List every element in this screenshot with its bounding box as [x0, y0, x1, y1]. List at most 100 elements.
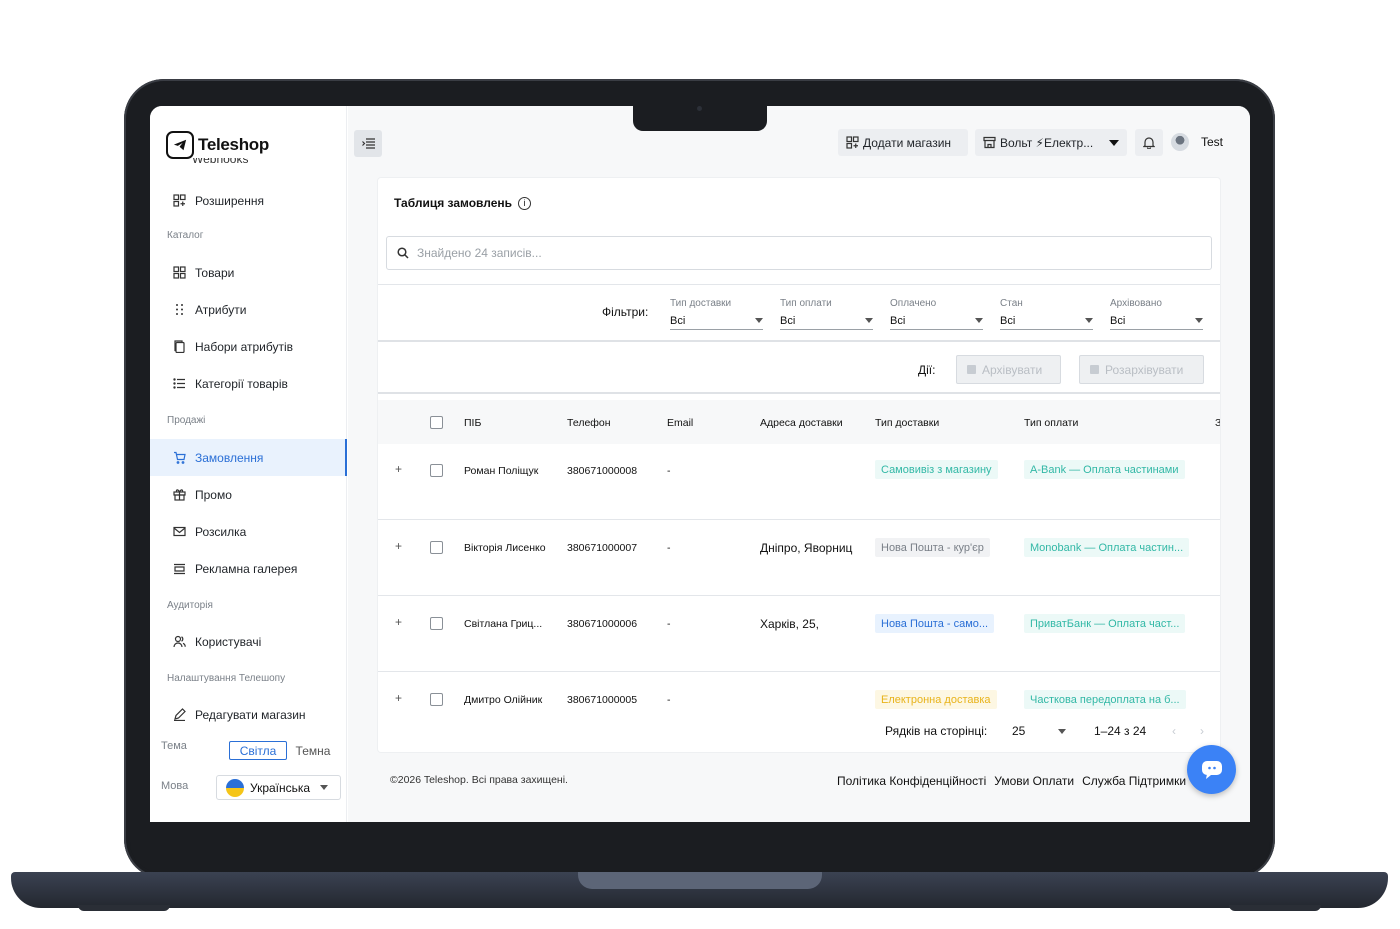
filters-label: Фільтри:	[602, 305, 649, 319]
laptop-foot-right	[1229, 905, 1321, 911]
row-checkbox[interactable]	[430, 541, 443, 554]
cell-email: -	[667, 465, 671, 477]
user-menu[interactable]: Test	[1171, 133, 1223, 151]
rows-per-page-select[interactable]: 25	[1012, 724, 1066, 738]
filter-payment-type[interactable]: Тип оплати Всі	[780, 298, 873, 330]
expand-row-button[interactable]: +	[395, 462, 402, 476]
filter-value: Всі	[1110, 314, 1126, 327]
filter-label: Тип оплати	[780, 298, 832, 309]
chevron-down-icon	[975, 318, 983, 323]
col-phone[interactable]: Телефон	[567, 417, 611, 429]
chat-support-button[interactable]	[1187, 745, 1236, 794]
table-row[interactable]: + Вікторія Лисенко 380671000007 - Дніпро…	[378, 520, 1220, 596]
add-grid-icon	[846, 136, 859, 149]
laptop-chin	[130, 822, 1270, 872]
store-selector[interactable]: Вольт ⚡Електр...	[975, 129, 1127, 156]
sidebar-item-promo[interactable]: Промо	[164, 476, 347, 513]
row-checkbox[interactable]	[430, 617, 443, 630]
sidebar-item-users[interactable]: Користувачі	[164, 623, 347, 660]
cell-phone: 380671000007	[567, 542, 638, 554]
pagination-range: 1–24 з 24	[1094, 724, 1147, 738]
filter-archived[interactable]: Архівовано Всі	[1110, 298, 1203, 330]
col-email[interactable]: Email	[667, 417, 693, 429]
sidebar-item-orders[interactable]: Замовлення	[150, 439, 347, 476]
sidebar-toggle-button[interactable]	[354, 130, 382, 157]
section-audience: Аудиторія	[167, 600, 213, 611]
table-row[interactable]: + Роман Поліщук 380671000008 - Самовивіз…	[378, 444, 1220, 520]
info-icon[interactable]: i	[518, 196, 532, 210]
sidebar-item-label: Редагувати магазин	[195, 707, 306, 722]
extensions-icon	[172, 194, 186, 208]
actions-label: Дії:	[918, 363, 936, 377]
next-page-button[interactable]: ›	[1200, 724, 1204, 738]
expand-row-button[interactable]: +	[395, 615, 402, 629]
select-all-checkbox[interactable]	[430, 416, 443, 429]
privacy-link[interactable]: Політика Конфіденційності	[837, 774, 986, 788]
archive-button[interactable]: Архівувати	[956, 355, 1061, 384]
store-name: Вольт ⚡Електр...	[1000, 135, 1094, 150]
chat-icon	[1201, 760, 1222, 779]
cell-name: Роман Поліщук	[464, 465, 539, 477]
avatar	[1171, 133, 1189, 151]
chevron-down-icon	[1085, 318, 1093, 323]
theme-light-button[interactable]: Світла	[229, 741, 287, 760]
cell-name: Світлана Гриц...	[464, 618, 543, 630]
gallery-icon	[172, 562, 186, 576]
camera-icon	[697, 106, 702, 111]
sidebar-item-ad-gallery[interactable]: Рекламна галерея	[164, 550, 347, 587]
payment-terms-link[interactable]: Умови Оплати	[994, 774, 1074, 788]
search-icon	[397, 247, 409, 259]
cell-phone: 380671000006	[567, 618, 638, 630]
section-sales: Продажі	[167, 415, 206, 426]
col-delivery-type[interactable]: Тип доставки	[875, 417, 939, 429]
filter-value: Всі	[780, 314, 796, 327]
col-address[interactable]: Адреса доставки	[760, 417, 843, 429]
sidebar-item-webhooks-cut[interactable]: Webhooks	[192, 158, 248, 165]
gift-icon	[172, 488, 186, 502]
sidebar-item-extensions[interactable]: Розширення	[164, 182, 347, 219]
payment-tag: Monobank — Оплата частин...	[1024, 538, 1190, 557]
cell-email: -	[667, 694, 671, 706]
theme-dark-button[interactable]: Темна	[290, 741, 336, 760]
row-checkbox[interactable]	[430, 464, 443, 477]
ukraine-flag-icon	[226, 778, 244, 797]
rows-per-page-label: Рядків на сторінці:	[885, 724, 992, 738]
sidebar-item-label: Розширення	[195, 193, 264, 208]
chevron-down-icon	[1058, 728, 1066, 734]
expand-row-button[interactable]: +	[395, 691, 402, 705]
filter-label: Архівовано	[1110, 298, 1162, 309]
delivery-tag: Електронна доставка	[875, 690, 997, 709]
support-link[interactable]: Служба Підтримки	[1082, 774, 1186, 788]
sidebar-item-label: Промо	[195, 487, 232, 502]
cell-phone: 380671000005	[567, 694, 638, 706]
user-name: Test	[1201, 135, 1224, 149]
filter-delivery-type[interactable]: Тип доставки Всі	[670, 298, 763, 330]
expand-row-button[interactable]: +	[395, 539, 402, 553]
add-store-button[interactable]: Додати магазин	[838, 129, 968, 156]
sidebar-item-mailing[interactable]: Розсилка	[164, 513, 347, 550]
prev-page-button[interactable]: ‹	[1172, 724, 1176, 738]
divider	[378, 340, 1220, 342]
sidebar-item-products[interactable]: Товари	[164, 254, 347, 291]
col-next-cut[interactable]: З	[1215, 417, 1220, 429]
cell-name: Дмитро Олійник	[464, 694, 543, 706]
app-logo[interactable]: Teleshop	[166, 131, 269, 159]
table-row[interactable]: + Світлана Гриц... 380671000006 - Харків…	[378, 596, 1220, 672]
unarchive-button[interactable]: Розархівувати	[1079, 355, 1204, 384]
filter-status[interactable]: Стан Всі	[1000, 298, 1093, 330]
app-name: Teleshop	[198, 135, 269, 154]
col-name[interactable]: ПІБ	[464, 417, 481, 429]
row-checkbox[interactable]	[430, 693, 443, 706]
search-input[interactable]	[417, 246, 1117, 260]
rows-per-page-value: 25	[1012, 724, 1026, 738]
sidebar-item-categories[interactable]: Категорії товарів	[164, 365, 347, 402]
sidebar-item-attribute-sets[interactable]: Набори атрибутів	[164, 328, 347, 365]
language-select[interactable]: Українська	[216, 775, 341, 800]
payment-tag: A-Bank — Оплата частинами	[1024, 460, 1185, 479]
filter-paid[interactable]: Оплачено Всі	[890, 298, 983, 330]
sidebar-item-attributes[interactable]: Атрибути	[164, 291, 347, 328]
notifications-button[interactable]	[1135, 129, 1163, 156]
orders-search[interactable]	[386, 236, 1212, 270]
col-payment-type[interactable]: Тип оплати	[1024, 417, 1078, 429]
sidebar-item-edit-store[interactable]: Редагувати магазин	[164, 696, 347, 733]
